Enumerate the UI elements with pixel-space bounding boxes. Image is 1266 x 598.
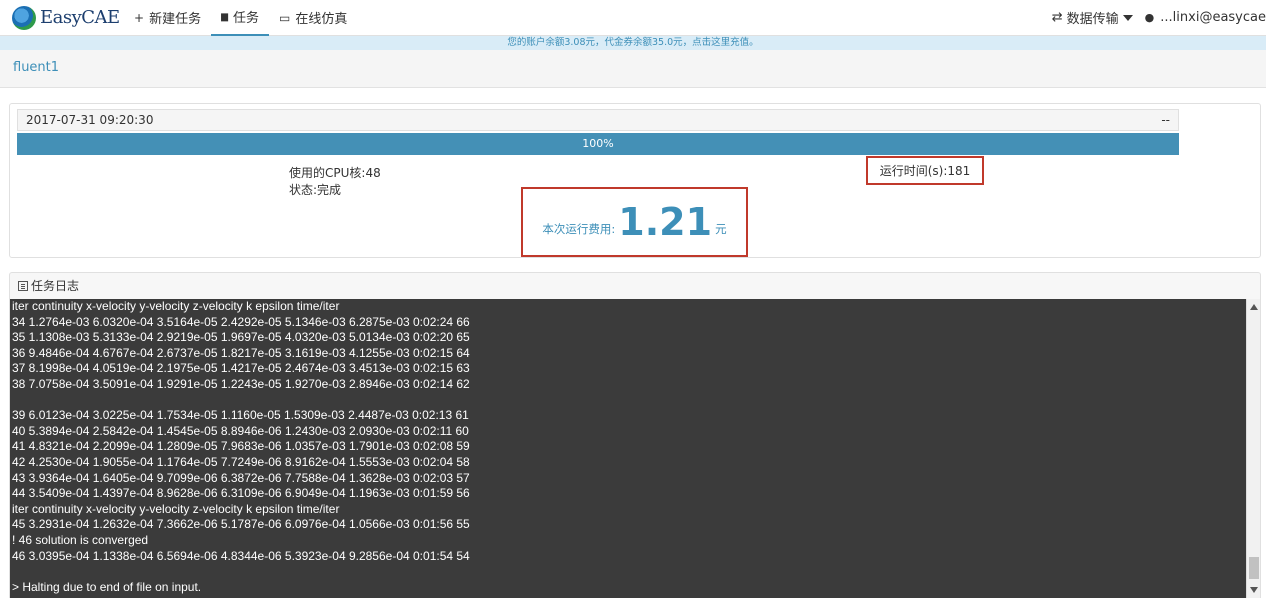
progress-bar: 100%: [17, 133, 1179, 155]
scroll-thumb[interactable]: [1249, 557, 1259, 579]
log-console[interactable]: iter continuity x-velocity y-velocity z-…: [10, 299, 1246, 598]
log-line: 44 3.5409e-04 1.4397e-04 8.9628e-06 6.31…: [12, 486, 470, 501]
cpu-cores-label: 使用的CPU核:48: [289, 166, 381, 180]
log-line: 37 8.1998e-04 4.0519e-04 2.1975e-05 1.42…: [12, 361, 470, 376]
data-transfer-menu[interactable]: ⇄ 数据传输: [1052, 8, 1133, 27]
nav-tasks[interactable]: ▆ 任务: [211, 0, 270, 36]
nav-tasks-label: 任务: [233, 11, 260, 26]
job-timestamp: 2017-07-31 09:20:30: [26, 113, 154, 127]
job-status-right-text: --: [1161, 113, 1170, 127]
runtime-highlight: 运行时间(s):181: [866, 156, 984, 185]
nav-right-group: ⇄ 数据传输 ● ...linxi@easycae: [1040, 0, 1266, 36]
log-line: ! 46 solution is converged: [12, 532, 149, 547]
easycae-logo[interactable]: EasyCAE: [12, 5, 124, 30]
log-scrollbar[interactable]: [1246, 299, 1260, 598]
scroll-up-icon[interactable]: [1250, 304, 1258, 310]
cost-label: 本次运行费用:: [542, 222, 616, 236]
job-title: fluent1: [0, 50, 1266, 88]
monitor-icon: ▭: [279, 10, 291, 25]
user-email: ...linxi@easycae: [1160, 10, 1266, 25]
list-icon: [18, 281, 28, 291]
logo-globe-icon: [12, 5, 36, 30]
log-line: > Halting due to end of file on input.: [12, 579, 202, 594]
data-transfer-label: 数据传输: [1066, 12, 1119, 27]
log-line: 46 3.0395e-04 1.1338e-04 6.5694e-06 4.83…: [12, 548, 470, 563]
job-status-header: 2017-07-31 09:20:30 --: [17, 109, 1179, 131]
log-line: 35 1.1308e-03 5.3133e-04 2.9219e-05 1.96…: [12, 330, 470, 345]
task-log-title: 任务日志: [31, 279, 80, 293]
task-log-panel: 任务日志 iter continuity x-velocity y-veloci…: [9, 272, 1261, 598]
log-line: 41 4.8321e-04 2.2099e-04 1.2809e-05 7.96…: [12, 439, 470, 454]
nav-new-task[interactable]: + 新建任务: [124, 0, 211, 36]
log-line: 42 4.2530e-04 1.9055e-04 1.1764e-05 7.72…: [12, 454, 470, 469]
cost-unit: 元: [715, 222, 727, 236]
runtime-label: 运行时间(s):181: [879, 164, 971, 178]
cost-highlight: 本次运行费用: 1.21 元: [521, 187, 748, 257]
log-line: 45 3.2931e-04 1.2632e-04 7.3662e-06 5.17…: [12, 517, 470, 532]
plus-icon: +: [134, 10, 145, 25]
log-line: 39 6.0123e-04 3.0225e-04 1.7534e-05 1.11…: [12, 408, 469, 423]
nav-online-simulation[interactable]: ▭ 在线仿真: [269, 0, 357, 36]
log-line: 40 5.3894e-04 2.5842e-04 1.4545e-05 8.89…: [12, 423, 469, 438]
log-line: 34 1.2764e-03 6.0320e-04 3.5164e-05 2.42…: [12, 314, 470, 329]
balance-notice[interactable]: 您的账户余额3.08元，代金券余额35.0元，点击这里充值。: [0, 36, 1266, 50]
task-log-header: 任务日志: [10, 273, 1260, 299]
logo-text: EasyCAE: [40, 7, 120, 28]
log-line: 43 3.9364e-04 1.6405e-04 9.7099e-06 6.38…: [12, 470, 470, 485]
log-line: 36 9.4846e-04 4.6767e-04 2.6737e-05 1.82…: [12, 345, 470, 360]
user-icon: ●: [1144, 11, 1155, 24]
user-menu[interactable]: ● ...linxi@easycae: [1145, 10, 1266, 25]
job-status-panel: 2017-07-31 09:20:30 -- 100% 使用的CPU核:48 状…: [9, 103, 1261, 258]
job-state-label: 状态:完成: [289, 183, 342, 197]
log-line: iter continuity x-velocity y-velocity z-…: [12, 501, 340, 516]
cost-value: 1.21: [618, 200, 713, 244]
scroll-down-icon[interactable]: [1250, 587, 1258, 593]
exchange-icon: ⇄: [1051, 10, 1063, 25]
log-line: 38 7.0758e-04 3.5091e-04 1.9291e-05 1.22…: [12, 376, 470, 391]
chevron-down-icon: [1122, 14, 1133, 21]
top-navbar: EasyCAE + 新建任务 ▆ 任务 ▭ 在线仿真 ⇄ 数据传输 ● ...l…: [0, 0, 1266, 36]
nav-new-task-label: 新建任务: [149, 12, 202, 27]
log-line: iter continuity x-velocity y-velocity z-…: [12, 299, 340, 313]
folder-icon: ▆: [221, 11, 228, 22]
nav-online-simulation-label: 在线仿真: [295, 12, 348, 27]
